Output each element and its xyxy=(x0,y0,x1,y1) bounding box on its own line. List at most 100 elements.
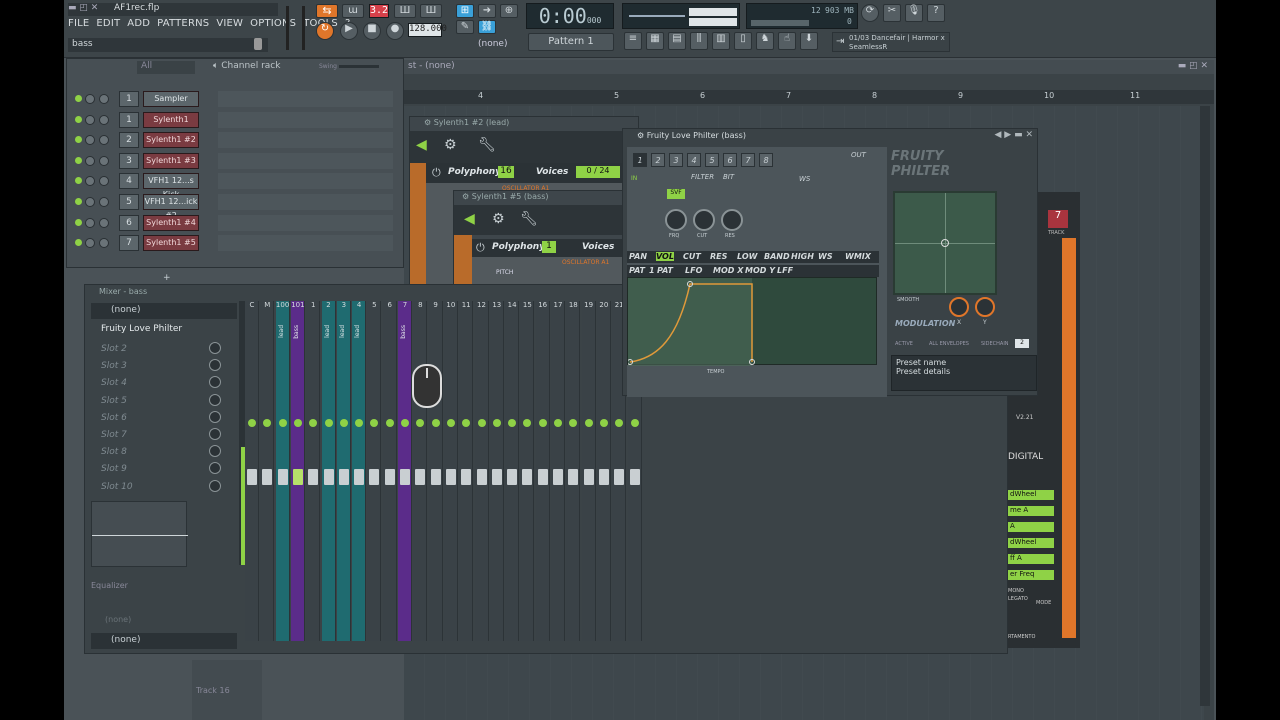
pat-tab[interactable]: PAT xyxy=(657,266,673,275)
channel-led[interactable] xyxy=(75,218,82,226)
piano-roll-icon[interactable]: ▦ xyxy=(646,32,664,50)
refresh-icon[interactable]: ⟳ xyxy=(861,4,879,22)
channel-pan-knob[interactable] xyxy=(85,135,95,146)
channel-vol-knob[interactable] xyxy=(99,238,109,249)
mixer-mute-led[interactable] xyxy=(477,419,486,427)
play-button[interactable]: ▶ xyxy=(340,22,358,40)
channel-row[interactable]: 2 Sylenth1 #2 xyxy=(71,130,401,150)
channel-row[interactable]: 6 Sylenth1 #4 xyxy=(71,213,401,233)
wrench-icon[interactable]: 🔧︎ xyxy=(478,137,496,153)
mixer-mute-led[interactable] xyxy=(538,419,547,427)
mixer-mute-led[interactable] xyxy=(370,419,379,427)
loop-icon[interactable]: ↻ xyxy=(316,22,334,40)
mixer-volume-fader[interactable] xyxy=(553,469,563,485)
channel-pan-knob[interactable] xyxy=(85,238,95,249)
plugin-arrow-icon[interactable]: ◀ xyxy=(416,137,427,153)
channel-steps[interactable] xyxy=(218,132,393,149)
channel-steps[interactable] xyxy=(218,152,393,169)
mixer-mute-led[interactable] xyxy=(278,419,287,427)
mixer-volume-fader[interactable] xyxy=(476,469,487,485)
slot-mix-knob[interactable] xyxy=(209,342,221,354)
mixer-mute-led[interactable] xyxy=(355,419,364,427)
mixer-volume-fader[interactable] xyxy=(568,469,579,485)
channel-row[interactable]: 1 Sylenth1 xyxy=(71,110,401,130)
channel-led[interactable] xyxy=(75,239,82,247)
mixer-track-strip[interactable]: 7 bass xyxy=(398,301,412,641)
mixer-mute-led[interactable] xyxy=(584,419,593,427)
mixer-mute-led[interactable] xyxy=(263,419,272,427)
slot-mix-knob[interactable] xyxy=(209,428,221,440)
loop-record-icon[interactable]: Ш xyxy=(420,4,442,18)
mixer-track-strip[interactable]: 14 xyxy=(505,301,520,641)
mixer-volume-fader[interactable] xyxy=(445,469,456,485)
plugin-icon[interactable]: ▥ xyxy=(712,32,730,50)
mixer-mute-led[interactable] xyxy=(248,419,256,427)
plugin-options-icon[interactable]: ⚙ xyxy=(492,211,505,227)
mixer-track-strip[interactable]: 11 xyxy=(459,301,474,641)
sylenth5-power-icon[interactable]: ⏻ xyxy=(476,241,485,255)
menu-edit[interactable]: EDIT xyxy=(96,18,120,29)
mixer-volume-fader[interactable] xyxy=(461,469,472,485)
preset-info[interactable]: Preset name Preset details xyxy=(891,355,1037,391)
add-channel-button[interactable]: + xyxy=(163,273,171,283)
sylenth2-power-icon[interactable]: ⏻ xyxy=(432,166,441,180)
playlist-icon[interactable]: ≡ xyxy=(624,32,642,50)
channel-vol-knob[interactable] xyxy=(99,135,109,146)
plugin-options-icon[interactable]: ⚙ xyxy=(444,137,457,153)
channel-led[interactable] xyxy=(75,95,82,102)
sylenth-mod-row[interactable]: A xyxy=(1008,522,1054,532)
mixer-input-select[interactable]: (none) xyxy=(91,303,237,319)
channel-steps[interactable] xyxy=(218,214,393,231)
record-button[interactable]: ● xyxy=(386,22,404,40)
mixer-mute-led[interactable] xyxy=(401,419,409,427)
sylenth-mod-row[interactable]: er Freq xyxy=(1008,570,1054,580)
channel-vol-knob[interactable] xyxy=(99,197,109,207)
mixer-volume-fader[interactable] xyxy=(430,469,441,485)
mixer-mute-led[interactable] xyxy=(599,419,608,427)
slot-mix-knob[interactable] xyxy=(209,393,221,406)
channel-mixer-track[interactable]: 6 xyxy=(119,214,139,231)
mixer-icon[interactable]: ⫼ xyxy=(690,32,708,50)
mixer-volume-fader[interactable] xyxy=(583,469,594,485)
channel-pan-knob[interactable] xyxy=(85,217,95,228)
stop-button[interactable]: ■ xyxy=(363,22,381,40)
menu-patterns[interactable]: PATTERNS xyxy=(157,18,209,29)
sylenth5-polyphony-value[interactable]: 1 xyxy=(542,241,556,253)
mixer-mute-led[interactable] xyxy=(309,419,318,427)
mixer-track-strip[interactable]: 4 lead xyxy=(352,301,367,641)
channel-name-button[interactable]: VFH1 12...s Kick xyxy=(143,173,199,199)
env-tab[interactable]: LOW xyxy=(737,252,757,261)
channel-rack-icon[interactable]: ▤ xyxy=(668,32,686,50)
channel-led[interactable] xyxy=(75,136,82,144)
track-number[interactable]: 7 xyxy=(1048,210,1068,228)
mod-y-knob[interactable] xyxy=(975,297,995,317)
news-panel[interactable]: ⇥ 01/03 Dancefair | Harmor x SeamlessR xyxy=(832,32,950,52)
channel-mixer-track[interactable]: 2 xyxy=(119,132,139,149)
mic-icon[interactable]: 🎙 xyxy=(905,4,923,22)
channel-name-button[interactable]: Sylenth1 #3 xyxy=(143,152,199,169)
wrench-icon[interactable]: 🔧︎ xyxy=(520,211,538,227)
mixer-mute-led[interactable] xyxy=(508,419,517,427)
mixer-mute-led[interactable] xyxy=(554,419,562,427)
mixer-track-strip[interactable]: 20 xyxy=(596,301,611,641)
envelope-editor[interactable] xyxy=(627,277,877,366)
mixer-mute-led[interactable] xyxy=(492,419,501,427)
swing-slider[interactable] xyxy=(339,65,379,68)
sylenth-mod-row[interactable]: me A xyxy=(1008,506,1054,516)
help-icon[interactable]: ? xyxy=(927,4,945,22)
mixer-volume-fader[interactable] xyxy=(384,469,395,485)
channel-led[interactable] xyxy=(75,115,82,123)
bottom-all-envelopes[interactable]: ALL ENVELOPES xyxy=(929,341,969,347)
menu-file[interactable]: FILE xyxy=(68,18,89,29)
channel-steps[interactable] xyxy=(218,91,393,107)
menu-options[interactable]: OPTIONS xyxy=(250,18,296,29)
channel-led[interactable] xyxy=(75,156,82,164)
cut-knob[interactable] xyxy=(693,209,715,231)
mixer-track-strip[interactable]: 18 xyxy=(566,301,581,641)
mixer-volume-fader[interactable] xyxy=(323,469,334,485)
mixer-volume-fader[interactable] xyxy=(354,469,365,485)
channel-mixer-track[interactable]: 3 xyxy=(119,152,139,169)
svf-button[interactable]: SVF xyxy=(667,189,685,199)
channel-name-button[interactable]: Sylenth1 xyxy=(143,111,199,128)
channel-pan-knob[interactable] xyxy=(85,94,95,104)
